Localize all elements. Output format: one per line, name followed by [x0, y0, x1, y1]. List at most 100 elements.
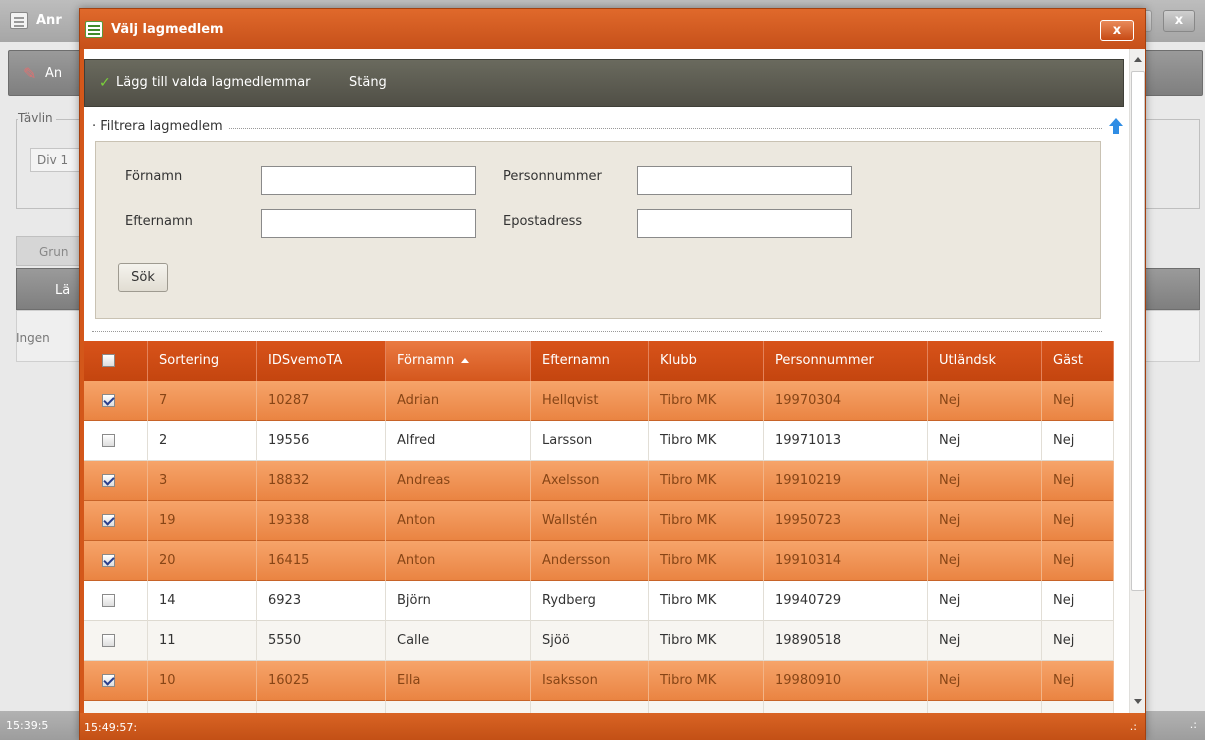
dialog-close-button[interactable]: x — [1100, 20, 1134, 41]
table-cell: Tibro MK — [649, 381, 764, 421]
table-row[interactable]: 3 18832 Andreas Axelsson Tibro MK 19910219 Nej… — [84, 461, 1114, 501]
table-cell: 10287 — [257, 381, 386, 421]
table-row[interactable] — [84, 701, 1114, 713]
pin-icon: ✎ — [23, 64, 37, 83]
row-select-cell — [84, 581, 148, 621]
background-title: Anr — [36, 13, 62, 28]
background-toolbar2-label[interactable]: Lä — [55, 283, 70, 298]
column-header[interactable]: Utländsk — [928, 341, 1042, 381]
table-cell: 11 — [148, 621, 257, 661]
table-row[interactable]: 2 19556 Alfred Larsson Tibro MK 19971013 Nej Ne… — [84, 421, 1114, 461]
table-cell: Larsson — [531, 421, 649, 461]
lastname-input[interactable] — [261, 209, 476, 238]
dialog-titlebar[interactable]: Välj lagmedlem x — [80, 9, 1145, 49]
table-cell — [928, 701, 1042, 713]
table-cell — [764, 701, 928, 713]
filter-divider — [92, 128, 1102, 129]
table-cell: Nej — [1042, 461, 1114, 501]
table-cell: Nej — [1042, 541, 1114, 581]
column-header[interactable]: Personnummer — [764, 341, 928, 381]
email-input[interactable] — [637, 209, 852, 238]
table-cell: 19970304 — [764, 381, 928, 421]
background-toolbar-label[interactable]: An — [45, 66, 62, 81]
table-cell: Calle — [386, 621, 531, 661]
table-row[interactable]: 11 5550 Calle Sjöö Tibro MK 19890518 Nej Nej — [84, 621, 1114, 661]
maximize-button[interactable] — [1146, 10, 1156, 32]
row-checkbox[interactable] — [102, 674, 115, 687]
table-row[interactable]: 20 16415 Anton Andersson Tibro MK 19910314 Nej… — [84, 541, 1114, 581]
table-cell: Adrian — [386, 381, 531, 421]
table-cell: Nej — [1042, 661, 1114, 701]
row-checkbox[interactable] — [102, 474, 115, 487]
personnummer-input[interactable] — [637, 166, 852, 195]
column-header[interactable]: Gäst — [1042, 341, 1114, 381]
background-tab[interactable]: Grun — [16, 236, 86, 266]
scroll-thumb[interactable] — [1131, 71, 1145, 591]
row-select-cell — [84, 381, 148, 421]
table-cell: 19 — [148, 501, 257, 541]
table-cell: Nej — [1042, 501, 1114, 541]
table-cell: Nej — [928, 381, 1042, 421]
table-cell: 18832 — [257, 461, 386, 501]
search-button[interactable]: Sök — [118, 263, 168, 292]
row-select-cell — [84, 621, 148, 661]
column-header[interactable]: Klubb — [649, 341, 764, 381]
table-row[interactable]: 19 19338 Anton Wallstén Tibro MK 19950723 Nej N… — [84, 501, 1114, 541]
resize-grip-icon[interactable]: .: — [1190, 718, 1197, 731]
table-cell: 7 — [148, 381, 257, 421]
add-selected-members-button[interactable]: Lägg till valda lagmedlemmar — [116, 75, 311, 90]
table-cell: Tibro MK — [649, 501, 764, 541]
dialog-body: ✓ Lägg till valda lagmedlemmar Stäng · F… — [84, 49, 1145, 713]
table-cell — [148, 701, 257, 713]
table-cell: 2 — [148, 421, 257, 461]
column-header[interactable]: Efternamn — [531, 341, 649, 381]
row-checkbox[interactable] — [102, 394, 115, 407]
table-cell: 14 — [148, 581, 257, 621]
table-row[interactable]: 10 16025 Ella Isaksson Tibro MK 19980910 Nej Ne… — [84, 661, 1114, 701]
window-icon — [10, 12, 28, 29]
firstname-input[interactable] — [261, 166, 476, 195]
column-header[interactable]: IDSvemoTA — [257, 341, 386, 381]
dialog-title: Välj lagmedlem — [111, 22, 224, 37]
table-cell: Axelsson — [531, 461, 649, 501]
lastname-label: Efternamn — [125, 214, 193, 229]
table-cell: Nej — [928, 501, 1042, 541]
sort-ascending-icon — [461, 358, 470, 363]
table-cell: 20 — [148, 541, 257, 581]
vertical-scrollbar[interactable] — [1129, 49, 1145, 713]
select-all-checkbox[interactable] — [102, 354, 115, 367]
table-cell: 19890518 — [764, 621, 928, 661]
row-checkbox[interactable] — [102, 594, 115, 607]
firstname-label: Förnamn — [125, 169, 183, 184]
collapse-up-arrow-icon[interactable] — [1108, 117, 1124, 135]
column-header[interactable]: Sortering — [148, 341, 257, 381]
table-cell: 5550 — [257, 621, 386, 661]
table-cell: 19910219 — [764, 461, 928, 501]
column-header-label: Sortering — [159, 353, 220, 368]
table-cell: Alfred — [386, 421, 531, 461]
row-checkbox[interactable] — [102, 434, 115, 447]
table-cell — [257, 701, 386, 713]
row-checkbox[interactable] — [102, 514, 115, 527]
dialog-resize-grip-icon[interactable]: .: — [1130, 720, 1137, 733]
background-close-button[interactable]: x — [1163, 10, 1195, 32]
table-cell — [386, 701, 531, 713]
column-header-label: Förnamn — [397, 353, 455, 368]
scroll-up-icon[interactable] — [1131, 52, 1145, 68]
scroll-down-icon[interactable] — [1131, 694, 1145, 710]
column-header[interactable]: Förnamn — [386, 341, 531, 381]
table-cell: Nej — [928, 581, 1042, 621]
dialog-statusbar: 15:49:57: .: — [80, 713, 1145, 740]
table-row[interactable]: 14 6923 Björn Rydberg Tibro MK 19940729 Nej Nej — [84, 581, 1114, 621]
grid-divider — [92, 331, 1102, 332]
table-cell — [649, 701, 764, 713]
close-button[interactable]: Stäng — [349, 75, 387, 90]
table-row[interactable]: 7 10287 Adrian Hellqvist Tibro MK 19970304 Nej… — [84, 381, 1114, 421]
table-cell: 3 — [148, 461, 257, 501]
dialog-status-time: 15:49:57: — [84, 721, 138, 734]
column-header-label: Gäst — [1053, 353, 1083, 368]
table-cell: Andersson — [531, 541, 649, 581]
column-header-label: IDSvemoTA — [268, 353, 343, 368]
row-checkbox[interactable] — [102, 634, 115, 647]
row-checkbox[interactable] — [102, 554, 115, 567]
